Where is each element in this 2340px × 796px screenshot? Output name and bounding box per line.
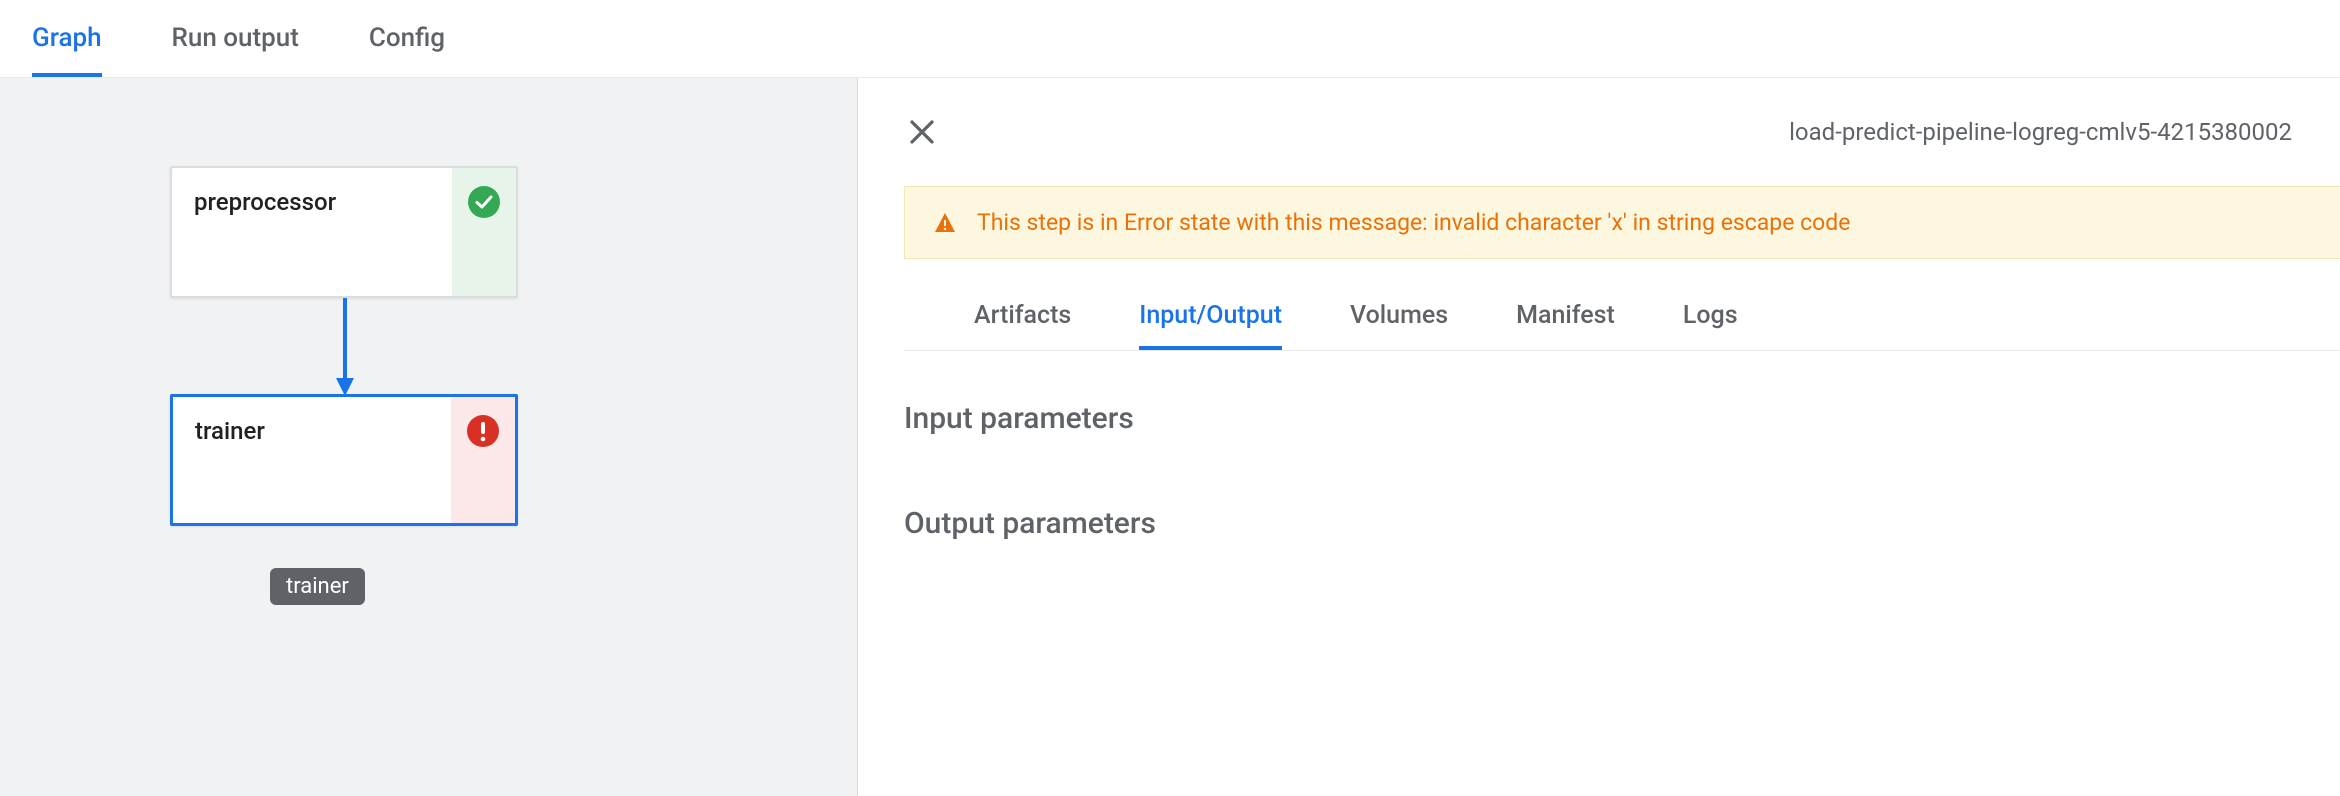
node-tooltip: trainer <box>270 568 365 605</box>
input-parameters-heading: Input parameters <box>904 401 2340 436</box>
top-tab-bar: Graph Run output Config <box>0 0 2340 78</box>
node-status-error <box>451 397 515 523</box>
tab-graph[interactable]: Graph <box>32 23 102 77</box>
tab-run-output[interactable]: Run output <box>172 23 299 77</box>
error-circle-icon <box>467 415 499 447</box>
node-status-success <box>452 168 516 296</box>
close-icon <box>907 117 937 147</box>
tab-config[interactable]: Config <box>369 23 445 77</box>
subtab-volumes[interactable]: Volumes <box>1350 301 1448 350</box>
run-title: load-predict-pipeline-logreg-cmlv5-42153… <box>1789 118 2292 146</box>
subtab-manifest[interactable]: Manifest <box>1516 301 1615 350</box>
graph-node-label: preprocessor <box>172 168 452 296</box>
error-banner: This step is in Error state with this me… <box>904 186 2340 259</box>
graph-canvas[interactable]: preprocessor trainer <box>0 78 857 796</box>
check-circle-icon <box>468 186 500 218</box>
main-layout: preprocessor trainer <box>0 78 2340 796</box>
subtab-input-output[interactable]: Input/Output <box>1139 301 1282 350</box>
output-parameters-heading: Output parameters <box>904 506 2340 541</box>
graph-node-preprocessor[interactable]: preprocessor <box>170 166 518 298</box>
parameters-section: Input parameters Output parameters <box>858 351 2340 611</box>
graph-edge <box>330 298 360 398</box>
close-button[interactable] <box>904 114 940 150</box>
subtab-logs[interactable]: Logs <box>1683 301 1738 350</box>
sub-tab-bar: Artifacts Input/Output Volumes Manifest … <box>904 259 2340 351</box>
graph-node-label: trainer <box>173 397 451 523</box>
subtab-artifacts[interactable]: Artifacts <box>974 301 1071 350</box>
warning-icon <box>933 211 957 235</box>
detail-header: load-predict-pipeline-logreg-cmlv5-42153… <box>858 78 2340 186</box>
error-banner-text: This step is in Error state with this me… <box>977 209 1850 236</box>
detail-panel: load-predict-pipeline-logreg-cmlv5-42153… <box>857 78 2340 796</box>
graph-node-trainer[interactable]: trainer <box>170 394 518 526</box>
